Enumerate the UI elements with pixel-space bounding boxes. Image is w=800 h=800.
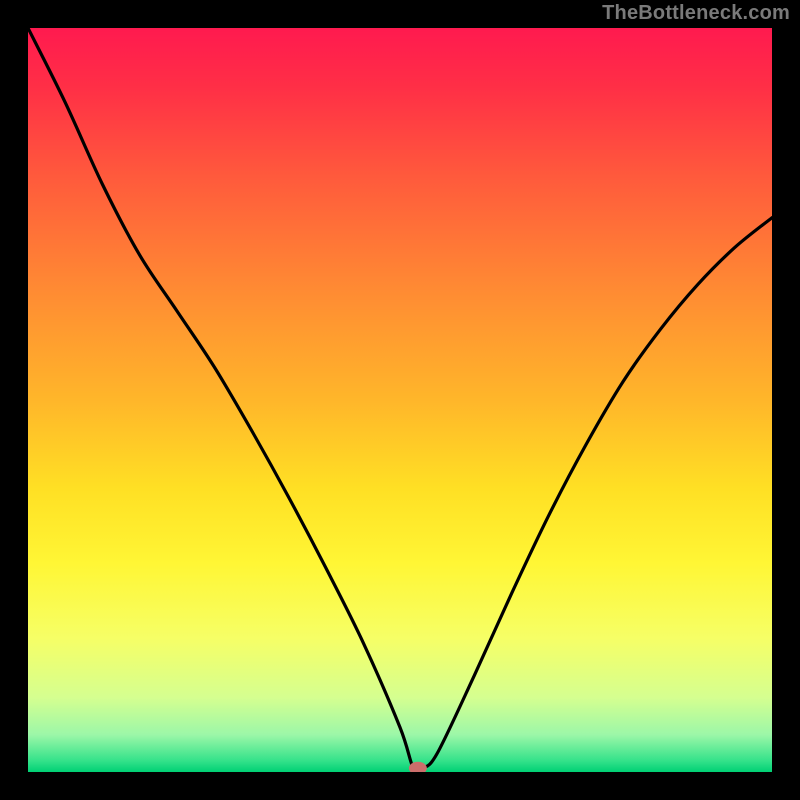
chart-frame: TheBottleneck.com (0, 0, 800, 800)
bottleneck-chart (28, 28, 772, 772)
chart-background (28, 28, 772, 772)
watermark-text: TheBottleneck.com (602, 2, 790, 25)
